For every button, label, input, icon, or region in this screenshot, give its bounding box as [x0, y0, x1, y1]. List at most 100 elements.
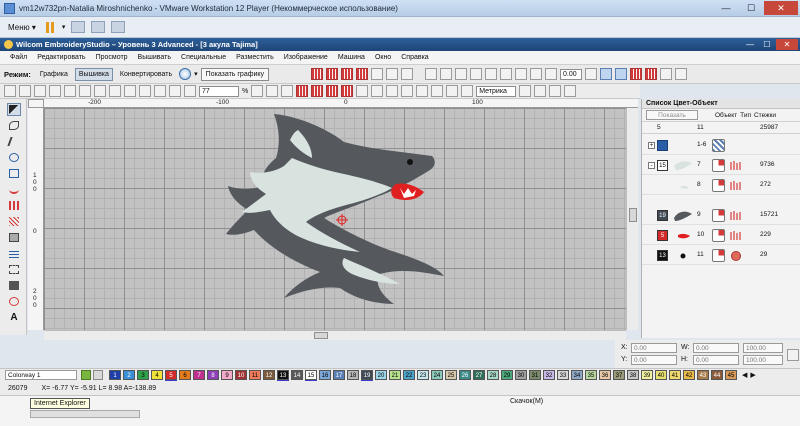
color-chip[interactable]: 1 [109, 370, 121, 380]
app-minimize-icon[interactable]: — [742, 39, 758, 50]
maximize-icon[interactable]: ☐ [739, 1, 763, 15]
vm-unity-icon[interactable] [111, 21, 126, 33]
color-chip[interactable]: 13 [277, 370, 289, 380]
hscroll-thumb[interactable] [314, 332, 328, 339]
color-scroll-right-icon[interactable]: ▶ [750, 371, 755, 379]
color-chip[interactable]: 26 [459, 370, 471, 380]
redo-icon[interactable] [139, 85, 151, 97]
stitch-effect2-icon[interactable] [386, 68, 399, 80]
mode-graphics-button[interactable]: Графика [36, 68, 72, 81]
stitch-type-icon[interactable] [296, 85, 309, 97]
object-row[interactable]: 19 9 15721 [642, 206, 800, 225]
stitch-type5-icon[interactable] [356, 85, 369, 97]
canvas-vertical-scrollbar[interactable] [626, 108, 638, 330]
color-chip[interactable]: 44 [711, 370, 723, 380]
color-chip[interactable]: 33 [557, 370, 569, 380]
color-chip[interactable]: 23 [417, 370, 429, 380]
reshape-tool-icon[interactable] [7, 119, 21, 132]
color-chip[interactable]: 19 [361, 370, 373, 380]
w-percent-input[interactable]: 100.00 [743, 343, 783, 353]
run-stitch-icon[interactable] [356, 68, 369, 80]
stitch-type3-icon[interactable] [326, 85, 339, 97]
canvas-horizontal-scrollbar[interactable] [44, 330, 626, 340]
stitch-type2-icon[interactable] [311, 85, 324, 97]
color-chip[interactable]: 17 [333, 370, 345, 380]
color-chip[interactable]: 22 [403, 370, 415, 380]
stitch-type7-icon[interactable] [386, 85, 399, 97]
object-row[interactable]: 13 11 29 [642, 246, 800, 265]
color-chip[interactable]: 28 [487, 370, 499, 380]
digitize-tool-icon[interactable] [7, 263, 21, 276]
satin-tool-icon[interactable] [7, 215, 21, 228]
stitch-type6-icon[interactable] [371, 85, 384, 97]
units-extra4-icon[interactable] [564, 85, 577, 97]
object-row[interactable]: - 15 7 9736 [642, 156, 800, 175]
view-grid-icon[interactable] [600, 68, 613, 80]
color-chip[interactable]: 5 [165, 370, 177, 380]
units-extra3-icon[interactable] [549, 85, 562, 97]
cut-icon[interactable] [79, 85, 91, 97]
color-swatch[interactable]: 15 [657, 160, 668, 171]
align8-icon[interactable] [530, 68, 543, 80]
grid-icon[interactable] [266, 85, 279, 97]
color-chip[interactable]: 36 [599, 370, 611, 380]
h-percent-input[interactable]: 100.00 [743, 355, 783, 365]
align6-icon[interactable] [500, 68, 513, 80]
y-input[interactable]: 0.00 [631, 355, 677, 365]
text-tool-icon[interactable]: A [7, 311, 21, 324]
color-chip[interactable]: 10 [235, 370, 247, 380]
hoop-icon[interactable] [281, 85, 294, 97]
units-select[interactable]: Метрика [476, 85, 517, 97]
measure-icon[interactable] [251, 85, 264, 97]
menu-arrange[interactable]: Разместить [236, 54, 274, 61]
stitch-type10-icon[interactable] [431, 85, 444, 97]
color-chip[interactable]: 20 [375, 370, 387, 380]
collapse-icon[interactable]: - [648, 162, 655, 169]
mode-embroidery-button[interactable]: Вышивка [74, 67, 113, 81]
tatami-stitch-icon[interactable] [341, 68, 354, 80]
w-input[interactable]: 0.00 [693, 343, 739, 353]
colorway-select[interactable]: Colorway 1 [5, 370, 77, 380]
vscroll-thumb[interactable] [629, 208, 637, 222]
color-chip[interactable]: 35 [585, 370, 597, 380]
menu-embroider[interactable]: Вышивать [138, 54, 171, 61]
zoom-fit-icon[interactable] [184, 85, 196, 97]
chevron-down-icon[interactable]: ▾ [62, 23, 66, 31]
color-chip[interactable]: 37 [613, 370, 625, 380]
show-graphic-button[interactable]: Показать графику [200, 67, 270, 81]
object-row[interactable]: 8 272 [642, 176, 800, 195]
design-canvas[interactable] [44, 108, 626, 330]
menu-file[interactable]: Файл [10, 54, 27, 61]
color-chip[interactable]: 12 [263, 370, 275, 380]
select-tool-icon[interactable] [7, 103, 21, 116]
color-chip[interactable]: 42 [683, 370, 695, 380]
stitch-type9-icon[interactable] [416, 85, 429, 97]
zoom-out-icon[interactable] [169, 85, 181, 97]
align2-icon[interactable] [440, 68, 453, 80]
stitch-type12-icon[interactable] [461, 85, 474, 97]
color-chip[interactable]: 41 [669, 370, 681, 380]
expand-icon[interactable]: + [648, 142, 655, 149]
units-extra-icon[interactable] [519, 85, 532, 97]
color-chip[interactable]: 39 [641, 370, 653, 380]
zoom-in-icon[interactable] [154, 85, 166, 97]
minimize-icon[interactable]: — [714, 1, 738, 15]
color-chip[interactable]: 3 [137, 370, 149, 380]
preview-icon[interactable] [64, 85, 76, 97]
color-chip[interactable]: 40 [655, 370, 667, 380]
monogram-tool-icon[interactable] [7, 279, 21, 292]
color-chip[interactable]: 8 [207, 370, 219, 380]
view-outline-icon[interactable] [630, 68, 643, 80]
object-row[interactable]: + 1-6 [642, 136, 800, 155]
app-close-icon[interactable]: ✕ [776, 39, 798, 50]
color-chip[interactable]: 4 [151, 370, 163, 380]
print-icon[interactable] [49, 85, 61, 97]
color-chip[interactable]: 7 [193, 370, 205, 380]
pen-tool-icon[interactable] [7, 135, 21, 148]
stitch-effect3-icon[interactable] [401, 68, 414, 80]
shark-design[interactable] [44, 108, 626, 330]
zoom-input[interactable]: 77 [199, 85, 239, 97]
stitch-type11-icon[interactable] [446, 85, 459, 97]
run-tool-icon[interactable] [7, 199, 21, 212]
align5-icon[interactable] [485, 68, 498, 80]
